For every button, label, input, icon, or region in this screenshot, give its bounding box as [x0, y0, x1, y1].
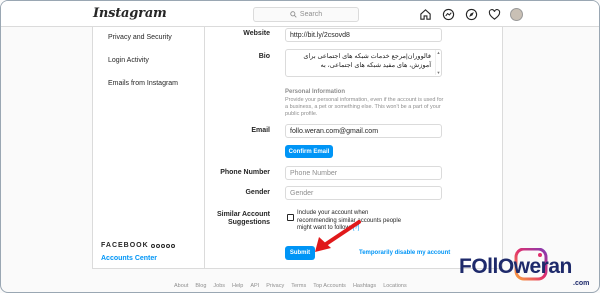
messenger-icon[interactable] [441, 7, 455, 21]
explore-icon[interactable] [464, 7, 478, 21]
whatsapp-icon [165, 243, 170, 248]
search-icon [290, 11, 297, 18]
website-label: Website [243, 30, 270, 37]
settings-sidebar: Privacy and Security Login Activity Emai… [93, 27, 205, 268]
email-field[interactable]: follo.weran.com@gmail.com [285, 124, 442, 138]
heart-icon[interactable] [487, 7, 501, 21]
footer-help[interactable]: Help [232, 283, 243, 289]
instagram-icon [155, 243, 160, 248]
bio-label: Bio [258, 53, 270, 60]
sidebar-item-privacy-security[interactable]: Privacy and Security [108, 34, 172, 41]
bio-text: فالووران|مرجع خدمات شبکه های اجتماعی برا… [303, 53, 431, 69]
home-icon[interactable] [418, 7, 432, 21]
watermark-brand: FOllOweran [459, 255, 572, 278]
watermark-domain: .com [573, 280, 590, 287]
footer-privacy[interactable]: Privacy [266, 283, 284, 289]
search-placeholder: Search [299, 11, 323, 18]
similar-accounts-text: Include your account when recommending s… [297, 210, 402, 231]
footer-locations[interactable]: Locations [383, 283, 407, 289]
messenger-small-icon [160, 243, 165, 248]
help-link[interactable]: [?] [353, 225, 360, 231]
similar-accounts-checkbox[interactable] [287, 214, 294, 221]
footer-links: About Blog Jobs Help API Privacy Terms T… [174, 283, 407, 289]
temporarily-disable-link[interactable]: Temporarily disable my account [359, 250, 450, 256]
search-input[interactable]: Search [253, 7, 359, 22]
sidebar-item-login-activity[interactable]: Login Activity [108, 57, 149, 64]
sidebar-item-emails[interactable]: Emails from Instagram [108, 80, 178, 87]
facebook-icon [150, 243, 155, 248]
screenshot-frame: Instagram Search Privacy and Security Lo… [0, 0, 600, 293]
footer-about[interactable]: About [174, 283, 188, 289]
bio-scrollbar[interactable]: ▲ ▼ [435, 50, 441, 75]
similar-accounts-label-2: Suggestions [227, 219, 270, 226]
footer-jobs[interactable]: Jobs [213, 283, 225, 289]
bio-textarea[interactable]: فالووران|مرجع خدمات شبکه های اجتماعی برا… [285, 49, 442, 77]
confirm-email-button[interactable]: Confirm Email [285, 145, 333, 158]
footer-top-accounts[interactable]: Top Accounts [313, 283, 346, 289]
oculus-icon [170, 243, 175, 248]
facebook-text: FACEBOOK [101, 242, 149, 249]
scroll-down-icon: ▼ [436, 70, 441, 75]
phone-label: Phone Number [220, 169, 270, 176]
phone-field[interactable]: Phone Number [285, 166, 442, 180]
meta-app-icons [150, 243, 175, 248]
nav-icons [418, 7, 523, 21]
facebook-label: FACEBOOK [101, 242, 175, 249]
scroll-up-icon: ▲ [436, 50, 441, 55]
similar-accounts-description: Include your account when recommending s… [297, 210, 407, 233]
footer-terms[interactable]: Terms [291, 283, 306, 289]
email-label: Email [251, 127, 270, 134]
footer-blog[interactable]: Blog [195, 283, 206, 289]
accounts-center-link[interactable]: Accounts Center [101, 255, 157, 262]
website-field[interactable]: http://bit.ly/2csovd8 [285, 28, 442, 42]
similar-accounts-label-1: Similar Account [216, 211, 270, 218]
footer-api[interactable]: API [250, 283, 259, 289]
submit-button[interactable]: Submit [285, 246, 315, 260]
personal-info-title: Personal Information [285, 89, 346, 95]
instagram-logo[interactable]: Instagram [93, 6, 167, 21]
footer-hashtags[interactable]: Hashtags [353, 283, 376, 289]
top-navigation: Instagram Search [1, 1, 599, 27]
gender-field[interactable]: Gender [285, 186, 442, 200]
personal-info-text: Provide your personal information, even … [285, 97, 444, 117]
gender-label: Gender [245, 189, 270, 196]
avatar[interactable] [510, 7, 523, 21]
